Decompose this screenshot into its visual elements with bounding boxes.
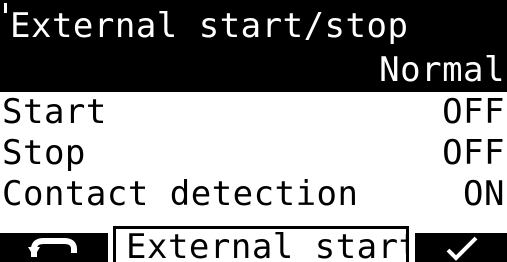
list-item-value: ON	[463, 174, 505, 214]
ok-button[interactable]	[415, 233, 507, 262]
back-button[interactable]	[0, 233, 108, 262]
list-item-label: Start	[2, 92, 107, 132]
header-corner-mark	[4, 3, 7, 13]
lcd-screen: External start/stop Normal Start OFF Sto…	[0, 0, 507, 262]
list-item-contact-detection[interactable]: Contact detection ON	[0, 174, 507, 215]
list-item-label: Stop	[2, 133, 86, 173]
center-softkey-label: External start/	[126, 227, 406, 262]
center-softkey-button[interactable]: External start/	[113, 226, 409, 262]
list-item-stop[interactable]: Stop OFF	[0, 133, 507, 174]
header-bar: External start/stop Normal	[0, 0, 507, 92]
settings-list: Start OFF Stop OFF Contact detection ON	[0, 92, 507, 215]
softkey-bar: External start/	[0, 226, 507, 262]
back-arrow-icon	[28, 238, 77, 257]
list-item-label: Contact detection	[2, 174, 359, 214]
mode-value[interactable]: Normal	[379, 50, 505, 90]
list-item-value: OFF	[442, 92, 505, 132]
list-item-start[interactable]: Start OFF	[0, 92, 507, 133]
page-title: External start/stop	[10, 6, 409, 46]
checkmark-icon	[446, 236, 478, 261]
list-item-value: OFF	[442, 133, 505, 173]
